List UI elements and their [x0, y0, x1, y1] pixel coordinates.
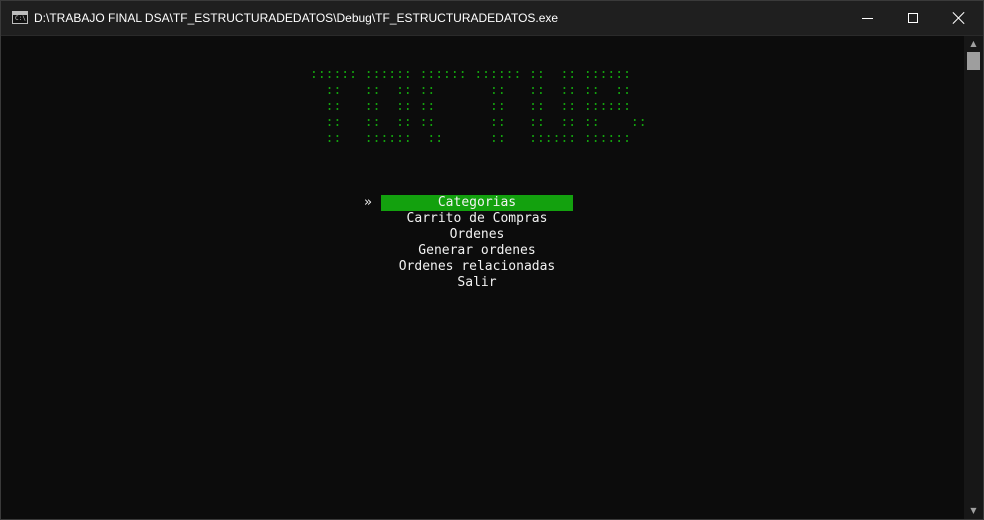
- menu-item-ordenes-relacionadas[interactable]: Ordenes relacionadas: [381, 259, 573, 275]
- scroll-up-arrow-icon[interactable]: ▲: [964, 36, 983, 52]
- banner-line: :: :: :: :: :: :: :: :: ::: [310, 83, 631, 98]
- minimize-icon: [861, 17, 873, 19]
- banner-line: :: :: :: :: :: :: :: :: ::: [310, 115, 647, 130]
- banner-line: :::::: :::::: :::::: :::::: :: :: ::::::: [310, 67, 631, 82]
- window-title: D:\TRABAJO FINAL DSA\TF_ESTRUCTURADEDATO…: [34, 11, 559, 25]
- close-button[interactable]: [936, 1, 982, 35]
- console-window: C:\ D:\TRABAJO FINAL DSA\TF_ESTRUCTURADE…: [0, 0, 984, 520]
- title-bar[interactable]: C:\ D:\TRABAJO FINAL DSA\TF_ESTRUCTURADE…: [1, 1, 983, 36]
- maximize-icon: [908, 13, 918, 23]
- banner-line: :: :: :: :: :: :: :: ::::::: [310, 99, 631, 114]
- menu-item-salir[interactable]: Salir: [381, 275, 573, 291]
- close-icon: [953, 12, 965, 24]
- scroll-down-arrow-icon[interactable]: ▼: [964, 503, 983, 519]
- menu-item-generar-ordenes[interactable]: Generar ordenes: [381, 243, 573, 259]
- banner-line: :: :::::: :: :: :::::: ::::::: [310, 131, 631, 146]
- console-app-icon-text: C:\: [15, 15, 26, 22]
- menu-item-categorias[interactable]: Categorias: [381, 195, 573, 211]
- console-output[interactable]: :::::: :::::: :::::: :::::: :: :: ::::::…: [2, 36, 964, 519]
- scroll-thumb[interactable]: [967, 52, 980, 70]
- console-app-icon[interactable]: C:\: [12, 11, 28, 24]
- menu-pointer: »: [364, 195, 372, 210]
- minimize-button[interactable]: [844, 1, 890, 35]
- maximize-button[interactable]: [890, 1, 936, 35]
- vertical-scrollbar[interactable]: ▲ ▼: [964, 36, 983, 519]
- menu-item-carrito-de-compras[interactable]: Carrito de Compras: [381, 211, 573, 227]
- menu-item-ordenes[interactable]: Ordenes: [381, 227, 573, 243]
- ascii-banner: :::::: :::::: :::::: :::::: :: :: ::::::…: [310, 67, 647, 147]
